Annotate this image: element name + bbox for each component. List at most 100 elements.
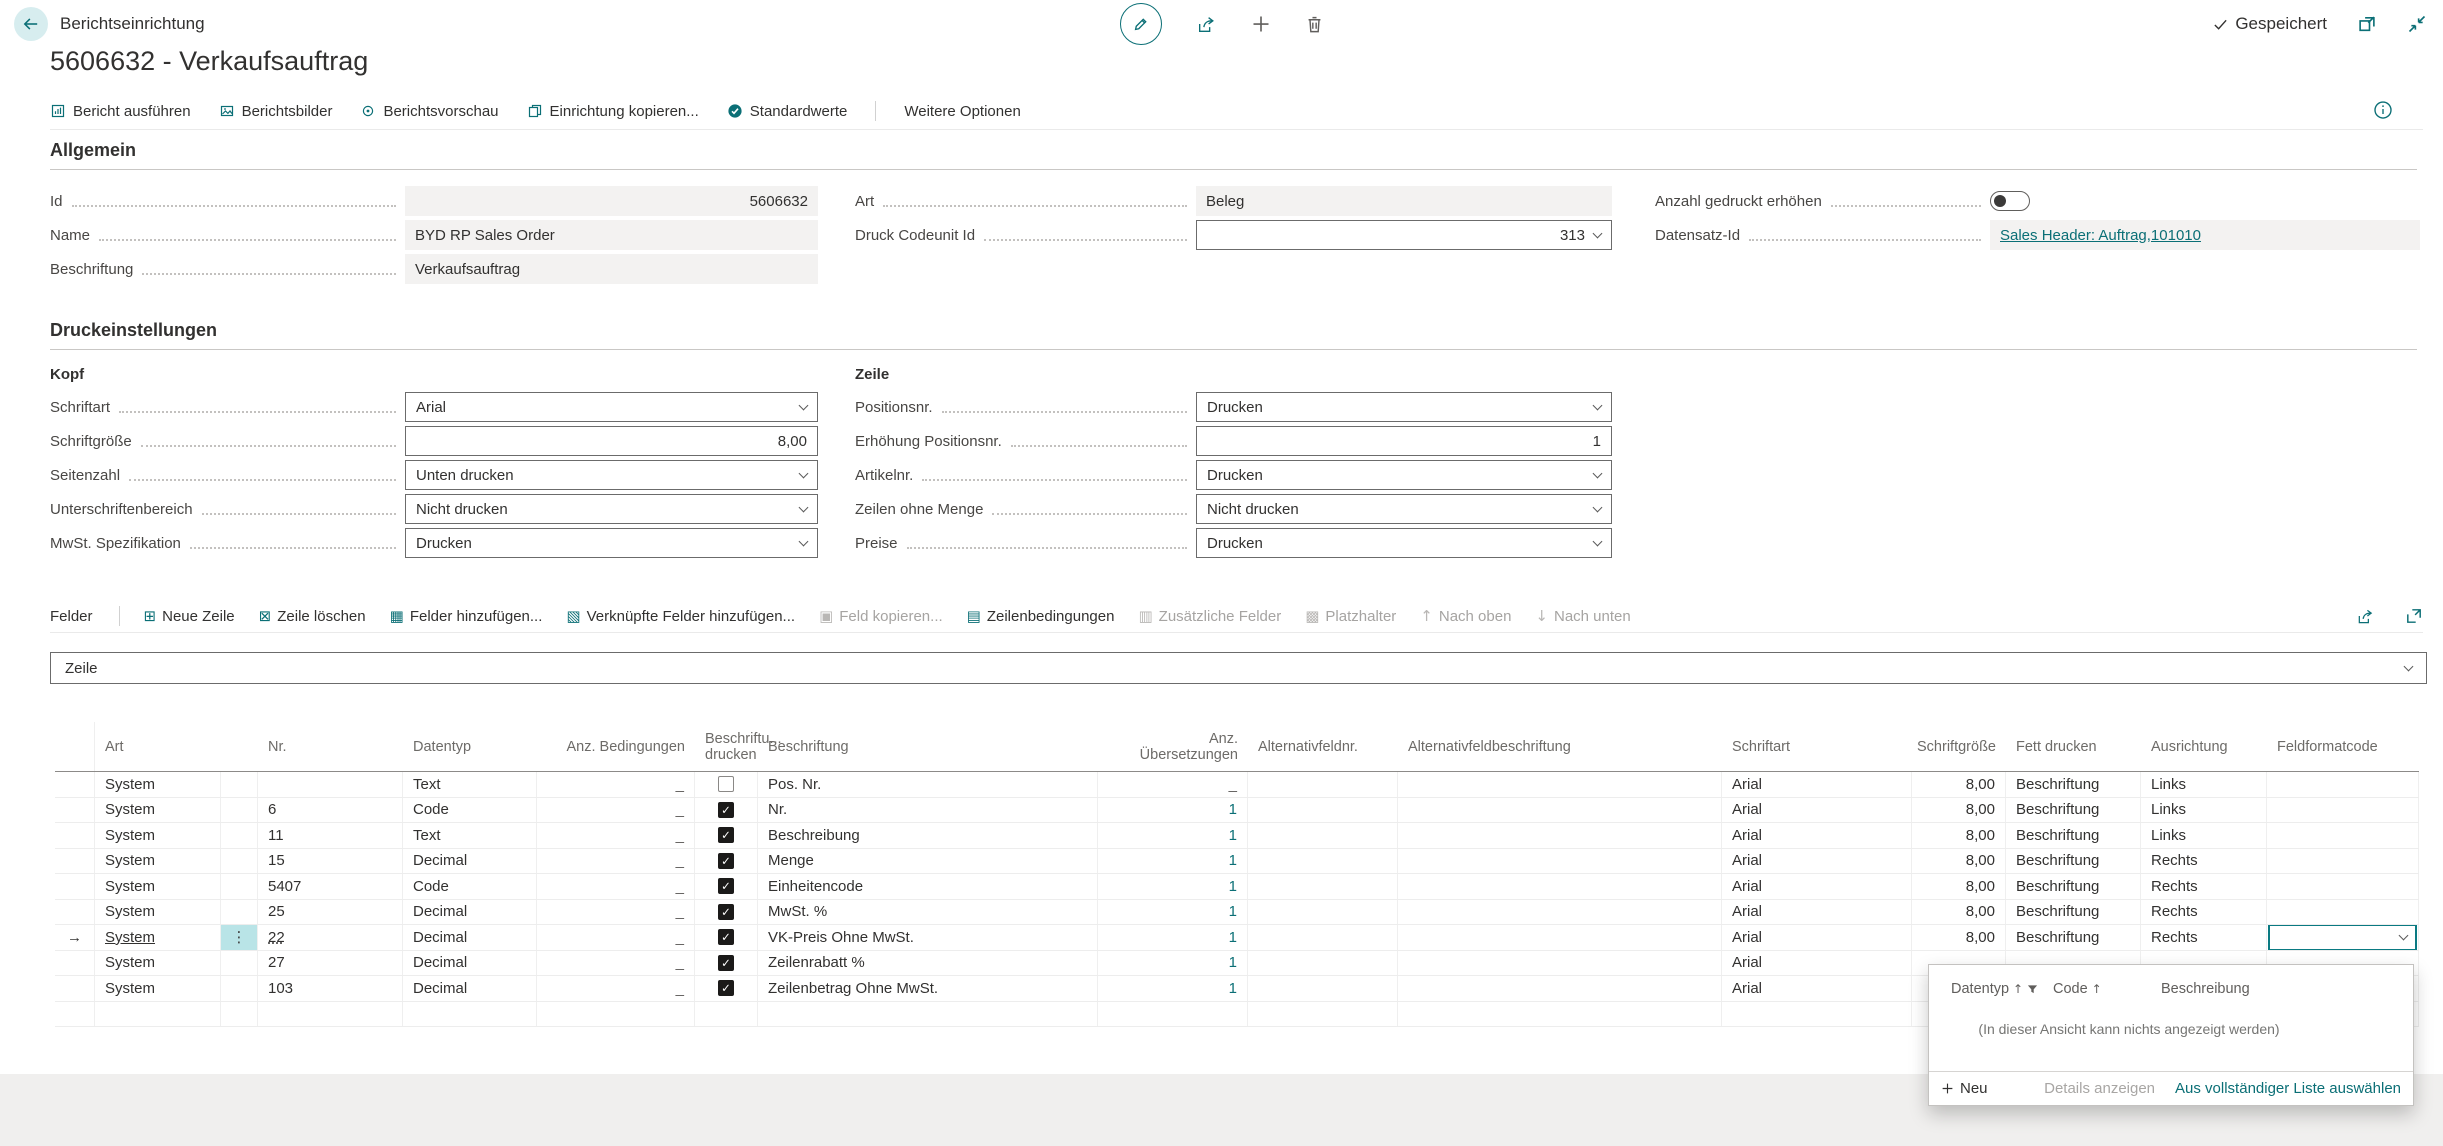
column-header-feldformatcode[interactable]: Feldformatcode: [2267, 722, 2419, 771]
cell-fett_drucken[interactable]: Beschriftung: [2006, 874, 2141, 899]
lookup-new-button[interactable]: Neu: [1941, 1080, 1988, 1097]
cell-art[interactable]: System: [95, 900, 221, 925]
cell-feldformatcode[interactable]: [2267, 925, 2419, 950]
cell-beschriftung_drucken[interactable]: ✓: [695, 874, 758, 899]
cell-beschriftung[interactable]: Menge: [758, 849, 1098, 874]
cell-nr[interactable]: 15: [258, 849, 403, 874]
cell-alternativfeldnr[interactable]: [1248, 900, 1398, 925]
column-header-datentyp[interactable]: Datentyp: [403, 722, 537, 771]
cell-fett_drucken[interactable]: Beschriftung: [2006, 823, 2141, 848]
cell-schriftgroesse[interactable]: 8,00: [1912, 823, 2006, 848]
cell-art[interactable]: System: [95, 823, 221, 848]
edit-button[interactable]: [1120, 3, 1162, 45]
cell-art[interactable]: System: [95, 772, 221, 797]
field-control-unterschriftenbereich[interactable]: Nicht drucken: [405, 494, 818, 524]
cell-schriftgroesse[interactable]: 8,00: [1912, 900, 2006, 925]
lookup-column-code[interactable]: Code↑: [2053, 981, 2102, 997]
cell-schriftgroesse[interactable]: 8,00: [1912, 874, 2006, 899]
field-control-zeilen-ohne-menge[interactable]: Nicht drucken: [1196, 494, 1612, 524]
cell-art[interactable]: System: [95, 951, 221, 976]
cell-anz_uebersetzungen[interactable]: 1: [1098, 925, 1248, 950]
checkbox-beschriftung-drucken[interactable]: ✓: [718, 955, 734, 971]
verknuepfte-felder-button[interactable]: ▧Verknüpfte Felder hinzufügen...: [566, 607, 795, 625]
cell-feldformatcode[interactable]: [2267, 874, 2419, 899]
cell-nr[interactable]: [258, 772, 403, 797]
column-header-alternativfeldbeschriftung[interactable]: Alternativfeldbeschriftung: [1398, 722, 1722, 771]
cell-ausrichtung[interactable]: Links: [2141, 798, 2267, 823]
cell-alternativfeldnr[interactable]: [1248, 772, 1398, 797]
checkbox-beschriftung-drucken[interactable]: ✓: [718, 827, 734, 843]
cell-art[interactable]: System: [95, 849, 221, 874]
feld-kopieren-button[interactable]: ▣Feld kopieren...: [819, 607, 943, 625]
cell-alternativfeldnr[interactable]: [1248, 1002, 1398, 1027]
checkbox-beschriftung-drucken[interactable]: ✓: [718, 929, 734, 945]
cell-ausrichtung[interactable]: Rechts: [2141, 900, 2267, 925]
column-header-fett_drucken[interactable]: Fett drucken: [2006, 722, 2141, 771]
cell-datentyp[interactable]: Decimal: [403, 900, 537, 925]
cell-anz_uebersetzungen[interactable]: _: [1098, 772, 1248, 797]
feldformatcode-combobox[interactable]: [2268, 925, 2417, 950]
cell-datentyp[interactable]: Code: [403, 874, 537, 899]
cell-alternativfeldbeschriftung[interactable]: [1398, 900, 1722, 925]
cell-ausrichtung[interactable]: Links: [2141, 823, 2267, 848]
back-button[interactable]: [14, 7, 48, 41]
cell-art[interactable]: System: [95, 798, 221, 823]
new-record-icon[interactable]: [1251, 14, 1271, 34]
column-header-ausrichtung[interactable]: Ausrichtung: [2141, 722, 2267, 771]
cell-alternativfeldnr[interactable]: [1248, 874, 1398, 899]
field-control-artikelnr[interactable]: Drucken: [1196, 460, 1612, 490]
zusaetzliche-felder-button[interactable]: ▥Zusätzliche Felder: [1138, 607, 1281, 625]
cell-beschriftung[interactable]: Einheitencode: [758, 874, 1098, 899]
lookup-column-datentyp[interactable]: Datentyp↑: [1951, 981, 2038, 997]
field-control-preise[interactable]: Drucken: [1196, 528, 1612, 558]
field-control-erhoehung-positionsnr[interactable]: 1: [1196, 426, 1612, 456]
cell-schriftart[interactable]: Arial: [1722, 798, 1912, 823]
cell-feldformatcode[interactable]: [2267, 798, 2419, 823]
cell-anz_uebersetzungen[interactable]: 1: [1098, 976, 1248, 1001]
cell-beschriftung_drucken[interactable]: ✓: [695, 849, 758, 874]
berichtsvorschau-button[interactable]: Berichtsvorschau: [360, 103, 498, 120]
neue-zeile-button[interactable]: ⊞Neue Zeile: [144, 607, 235, 625]
cell-schriftart[interactable]: Arial: [1722, 951, 1912, 976]
cell-ausrichtung[interactable]: Links: [2141, 772, 2267, 797]
berichtsbilder-button[interactable]: Berichtsbilder: [219, 103, 333, 120]
einrichtung-kopieren-button[interactable]: Einrichtung kopieren...: [527, 103, 699, 120]
cell-beschriftung_drucken[interactable]: ✓: [695, 798, 758, 823]
cell-fett_drucken[interactable]: Beschriftung: [2006, 925, 2141, 950]
cell-beschriftung[interactable]: Zeilenbetrag Ohne MwSt.: [758, 976, 1098, 1001]
cell-nr[interactable]: 11: [258, 823, 403, 848]
cell-ausrichtung[interactable]: Rechts: [2141, 874, 2267, 899]
checkbox-beschriftung-drucken[interactable]: ✓: [718, 980, 734, 996]
cell-nr[interactable]: 25: [258, 900, 403, 925]
cell-alternativfeldbeschriftung[interactable]: [1398, 849, 1722, 874]
cell-art[interactable]: [95, 1002, 221, 1027]
cell-alternativfeldbeschriftung[interactable]: [1398, 951, 1722, 976]
cell-anz_bedingungen[interactable]: _: [537, 874, 695, 899]
zeilenbedingungen-button[interactable]: ▤Zeilenbedingungen: [967, 607, 1115, 625]
weitere-optionen-button[interactable]: Weitere Optionen: [904, 103, 1020, 120]
standardwerte-button[interactable]: Standardwerte: [727, 103, 848, 120]
cell-schriftart[interactable]: Arial: [1722, 900, 1912, 925]
cell-alternativfeldbeschriftung[interactable]: [1398, 976, 1722, 1001]
cell-beschriftung[interactable]: VK-Preis Ohne MwSt.: [758, 925, 1098, 950]
cell-alternativfeldbeschriftung[interactable]: [1398, 925, 1722, 950]
cell-fett_drucken[interactable]: Beschriftung: [2006, 772, 2141, 797]
cell-beschriftung_drucken[interactable]: ✓: [695, 900, 758, 925]
cell-nr[interactable]: 27: [258, 951, 403, 976]
cell-anz_uebersetzungen[interactable]: [1098, 1002, 1248, 1027]
field-control-schriftgroesse[interactable]: 8,00: [405, 426, 818, 456]
record-link[interactable]: Sales Header: Auftrag,101010: [2000, 227, 2201, 244]
cell-anz_uebersetzungen[interactable]: 1: [1098, 798, 1248, 823]
cell-anz_uebersetzungen[interactable]: 1: [1098, 874, 1248, 899]
field-filter-select[interactable]: Zeile: [50, 652, 2427, 684]
checkbox-beschriftung-drucken[interactable]: [718, 776, 734, 792]
cell-datentyp[interactable]: Code: [403, 798, 537, 823]
cell-schriftart[interactable]: Arial: [1722, 849, 1912, 874]
field-control-schriftart[interactable]: Arial: [405, 392, 818, 422]
cell-art[interactable]: System: [95, 976, 221, 1001]
cell-datentyp[interactable]: [403, 1002, 537, 1027]
cell-beschriftung_drucken[interactable]: ✓: [695, 823, 758, 848]
cell-beschriftung[interactable]: MwSt. %: [758, 900, 1098, 925]
column-header-anz_bedingungen[interactable]: Anz. Bedingungen: [537, 722, 695, 771]
cell-ausrichtung[interactable]: Rechts: [2141, 925, 2267, 950]
